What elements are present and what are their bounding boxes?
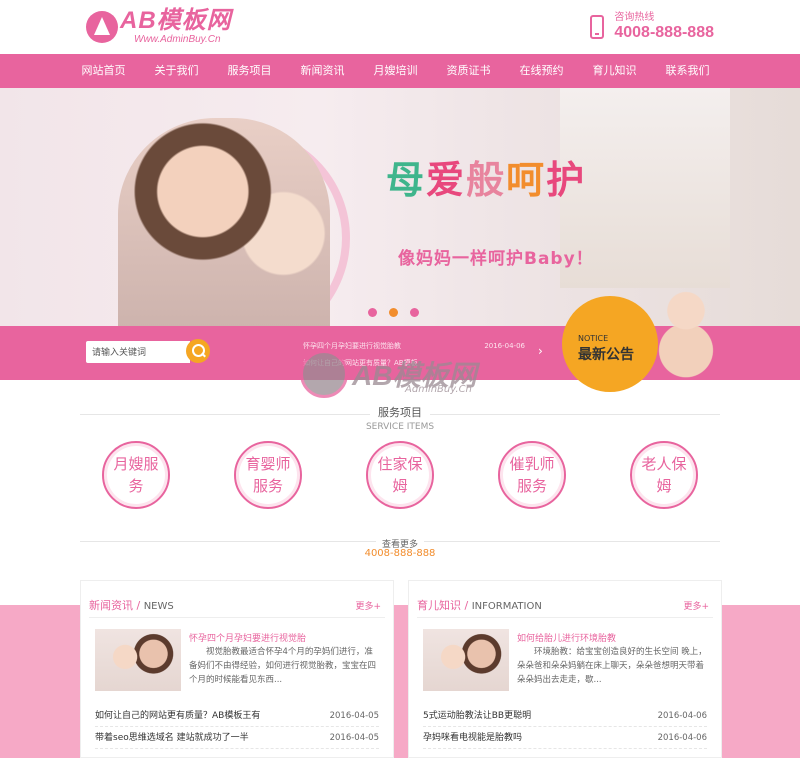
watermark-sub: AdminBuy.Cn (405, 384, 472, 395)
nav-item-home[interactable]: 网站首页 (67, 54, 140, 88)
knowledge-thumbnail[interactable] (423, 629, 509, 691)
nav-item-certificates[interactable]: 资质证书 (432, 54, 505, 88)
hotline: 咨询热线 4008-888-888 (590, 12, 714, 42)
service-lactation[interactable]: 催乳师服务 (498, 441, 566, 509)
banner-slogan-sub: 像妈妈一样呵护Baby！ (398, 249, 594, 269)
hotline-label: 咨询热线 (614, 12, 655, 23)
divider (89, 617, 385, 618)
service-elder-care[interactable]: 老人保姆 (630, 441, 698, 509)
services-title: 服务项目 (370, 404, 430, 420)
news-feature-text: 视觉胎教最适合怀孕4个月的孕妈们进行，准备妈们不由得经验，如何进行视觉胎教，宝宝… (189, 647, 377, 685)
search-icon[interactable] (186, 339, 210, 363)
banner-slogan: 母爱般呵护 (386, 158, 587, 202)
list-item[interactable]: 孕妈咪看电视能是胎教吗 2016-04-06 (423, 727, 707, 749)
service-live-in-nanny[interactable]: 住家保姆 (366, 441, 434, 509)
divider (417, 617, 713, 618)
logo-title: AB模板网 (120, 7, 232, 34)
logo-url: Www.AdminBuy.Cn (134, 34, 221, 45)
list-item[interactable]: 5式运动胎教法让BB更聪明 2016-04-06 (423, 705, 707, 727)
list-item[interactable]: 带着seo思维选域名 建站就成功了一半 2016-04-05 (95, 727, 379, 749)
site-logo[interactable]: AB模板网 Www.AdminBuy.Cn (86, 8, 232, 45)
news-more-link[interactable]: 更多+ (355, 599, 381, 612)
list-item[interactable]: 如何让自己的网站更有质量？AB模板王有 2016-04-05 (95, 705, 379, 727)
knowledge-panel-title: 育儿知识 / INFORMATION (417, 599, 542, 612)
knowledge-panel: 育儿知识 / INFORMATION 更多+ 如何给胎儿进行环境胎教 环境胎教：… (408, 580, 722, 758)
nav-item-news[interactable]: 新闻资讯 (286, 54, 359, 88)
site-header: AB模板网 Www.AdminBuy.Cn 咨询热线 4008-888-888 (0, 0, 800, 54)
banner-dot-active[interactable] (389, 308, 398, 317)
news-list: 如何让自己的网站更有质量？AB模板王有 2016-04-05 带着seo思维选域名… (95, 705, 379, 749)
service-maternity-nurse[interactable]: 月嫂服务 (102, 441, 170, 509)
banner-dot[interactable] (368, 308, 377, 317)
logo-icon (86, 10, 118, 43)
watermark: AB模板网 AdminBuy.Cn (300, 350, 476, 398)
knowledge-feature-text: 环境胎教：给宝宝创造良好的生长空间 晚上，朵朵爸和朵朵妈躺在床上聊天，朵朵爸想明… (517, 647, 707, 685)
nav-item-about[interactable]: 关于我们 (140, 54, 213, 88)
nav-item-services[interactable]: 服务项目 (213, 54, 286, 88)
news-panel: 新闻资讯 / NEWS 更多+ 怀孕四个月孕妇要进行视觉胎 视觉胎教最适合怀孕4… (80, 580, 394, 758)
services-list: 月嫂服务 育婴师服务 住家保姆 催乳师服务 老人保姆 (102, 441, 698, 509)
watermark-logo-icon (300, 350, 348, 398)
hotline-number: 4008-888-888 (614, 24, 714, 41)
service-childcare[interactable]: 育婴师服务 (234, 441, 302, 509)
banner-pagination (368, 308, 419, 317)
knowledge-list: 5式运动胎教法让BB更聪明 2016-04-06 孕妈咪看电视能是胎教吗 2016-… (423, 705, 707, 749)
mother-baby-photo (118, 118, 330, 326)
notice-label-en: NOTICE (578, 334, 609, 343)
news-panel-title: 新闻资讯 / NEWS (89, 599, 174, 612)
nav-item-contact[interactable]: 联系我们 (651, 54, 724, 88)
chevron-right-icon[interactable]: › (538, 344, 543, 358)
news-thumbnail[interactable] (95, 629, 181, 691)
nav-item-training[interactable]: 月嫂培训 (359, 54, 432, 88)
banner-dot[interactable] (410, 308, 419, 317)
nav-item-parenting[interactable]: 育儿知识 (578, 54, 651, 88)
knowledge-more-link[interactable]: 更多+ (683, 599, 709, 612)
services-title-en: SERVICE ITEMS (365, 422, 435, 432)
notice-label-cn: 最新公告 (578, 347, 634, 363)
main-nav: 网站首页 关于我们 服务项目 新闻资讯 月嫂培训 资质证书 在线预约 育儿知识 … (0, 54, 800, 88)
services-phone: 4008-888-888 (364, 548, 436, 559)
news-feature-title[interactable]: 怀孕四个月孕妇要进行视觉胎 (189, 631, 306, 644)
services-heading: 服务项目 SERVICE ITEMS (80, 404, 720, 432)
phone-icon (590, 15, 605, 39)
search-input[interactable]: 请输入关键词 (86, 341, 190, 363)
knowledge-feature-title[interactable]: 如何给胎儿进行环境胎教 (517, 631, 616, 644)
nav-item-booking[interactable]: 在线预约 (505, 54, 578, 88)
baby-photo (640, 281, 732, 380)
